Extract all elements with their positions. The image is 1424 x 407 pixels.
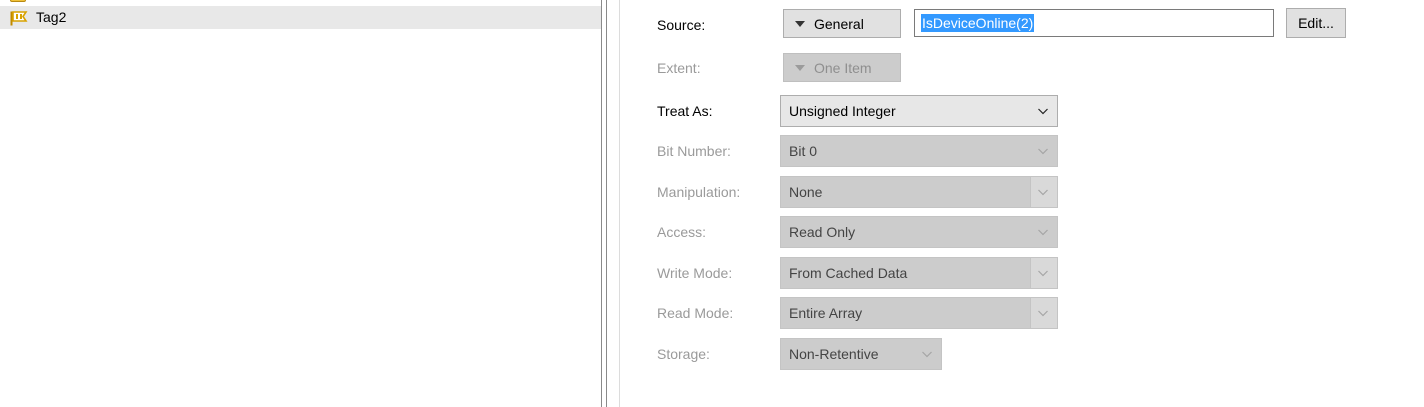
splitter-edge bbox=[606, 0, 607, 407]
read-mode-label: Read Mode: bbox=[657, 305, 734, 321]
treat-as-label: Treat As: bbox=[657, 103, 713, 119]
splitter[interactable] bbox=[601, 0, 602, 407]
source-type-button[interactable]: General bbox=[783, 9, 901, 38]
read-mode-value: Entire Array bbox=[789, 305, 863, 321]
dropdown-triangle-icon bbox=[795, 20, 805, 27]
manipulation-select[interactable]: None bbox=[780, 176, 1058, 208]
bit-number-select[interactable]: Bit 0 bbox=[780, 135, 1058, 167]
extent-button[interactable]: One Item bbox=[783, 53, 901, 82]
access-label: Access: bbox=[657, 224, 707, 240]
chevron-down-icon bbox=[1038, 229, 1048, 236]
source-expression-field[interactable]: IsDeviceOnline(2) bbox=[914, 9, 1274, 37]
chevron-down-icon bbox=[1038, 148, 1048, 155]
tag-tree: Tag2 bbox=[0, 0, 601, 407]
folder-icon bbox=[10, 0, 26, 2]
tree-item-tag2[interactable]: Tag2 bbox=[0, 6, 601, 29]
tag-icon bbox=[10, 11, 28, 26]
storage-value: Non-Retentive bbox=[789, 346, 879, 362]
source-expression-text: IsDeviceOnline(2) bbox=[921, 14, 1035, 32]
manipulation-value: None bbox=[789, 184, 823, 200]
chevron-down-icon bbox=[1038, 108, 1048, 115]
manipulation-label: Manipulation: bbox=[657, 184, 741, 200]
extent-button-label: One Item bbox=[814, 59, 872, 76]
edit-button[interactable]: Edit... bbox=[1286, 8, 1346, 38]
dropdown-triangle-icon bbox=[795, 64, 805, 71]
access-value: Read Only bbox=[789, 224, 856, 240]
write-mode-label: Write Mode: bbox=[657, 265, 733, 281]
chevron-down-icon bbox=[1038, 189, 1048, 196]
treat-as-value: Unsigned Integer bbox=[789, 103, 896, 119]
panel-divider bbox=[619, 0, 620, 407]
write-mode-value: From Cached Data bbox=[789, 265, 908, 281]
source-label: Source: bbox=[657, 17, 706, 33]
storage-select[interactable]: Non-Retentive bbox=[780, 338, 942, 370]
bit-number-value: Bit 0 bbox=[789, 143, 818, 159]
storage-label: Storage: bbox=[657, 346, 710, 362]
chevron-down-icon bbox=[1038, 310, 1048, 317]
extent-label: Extent: bbox=[657, 60, 701, 76]
bit-number-label: Bit Number: bbox=[657, 143, 731, 159]
access-select[interactable]: Read Only bbox=[780, 216, 1058, 248]
source-type-label: General bbox=[814, 15, 864, 32]
treat-as-select[interactable]: Unsigned Integer bbox=[780, 95, 1058, 127]
tree-item-label: Tag2 bbox=[36, 9, 67, 25]
write-mode-select[interactable]: From Cached Data bbox=[780, 257, 1058, 289]
chevron-down-icon bbox=[922, 351, 932, 358]
read-mode-select[interactable]: Entire Array bbox=[780, 297, 1058, 329]
chevron-down-icon bbox=[1038, 270, 1048, 277]
